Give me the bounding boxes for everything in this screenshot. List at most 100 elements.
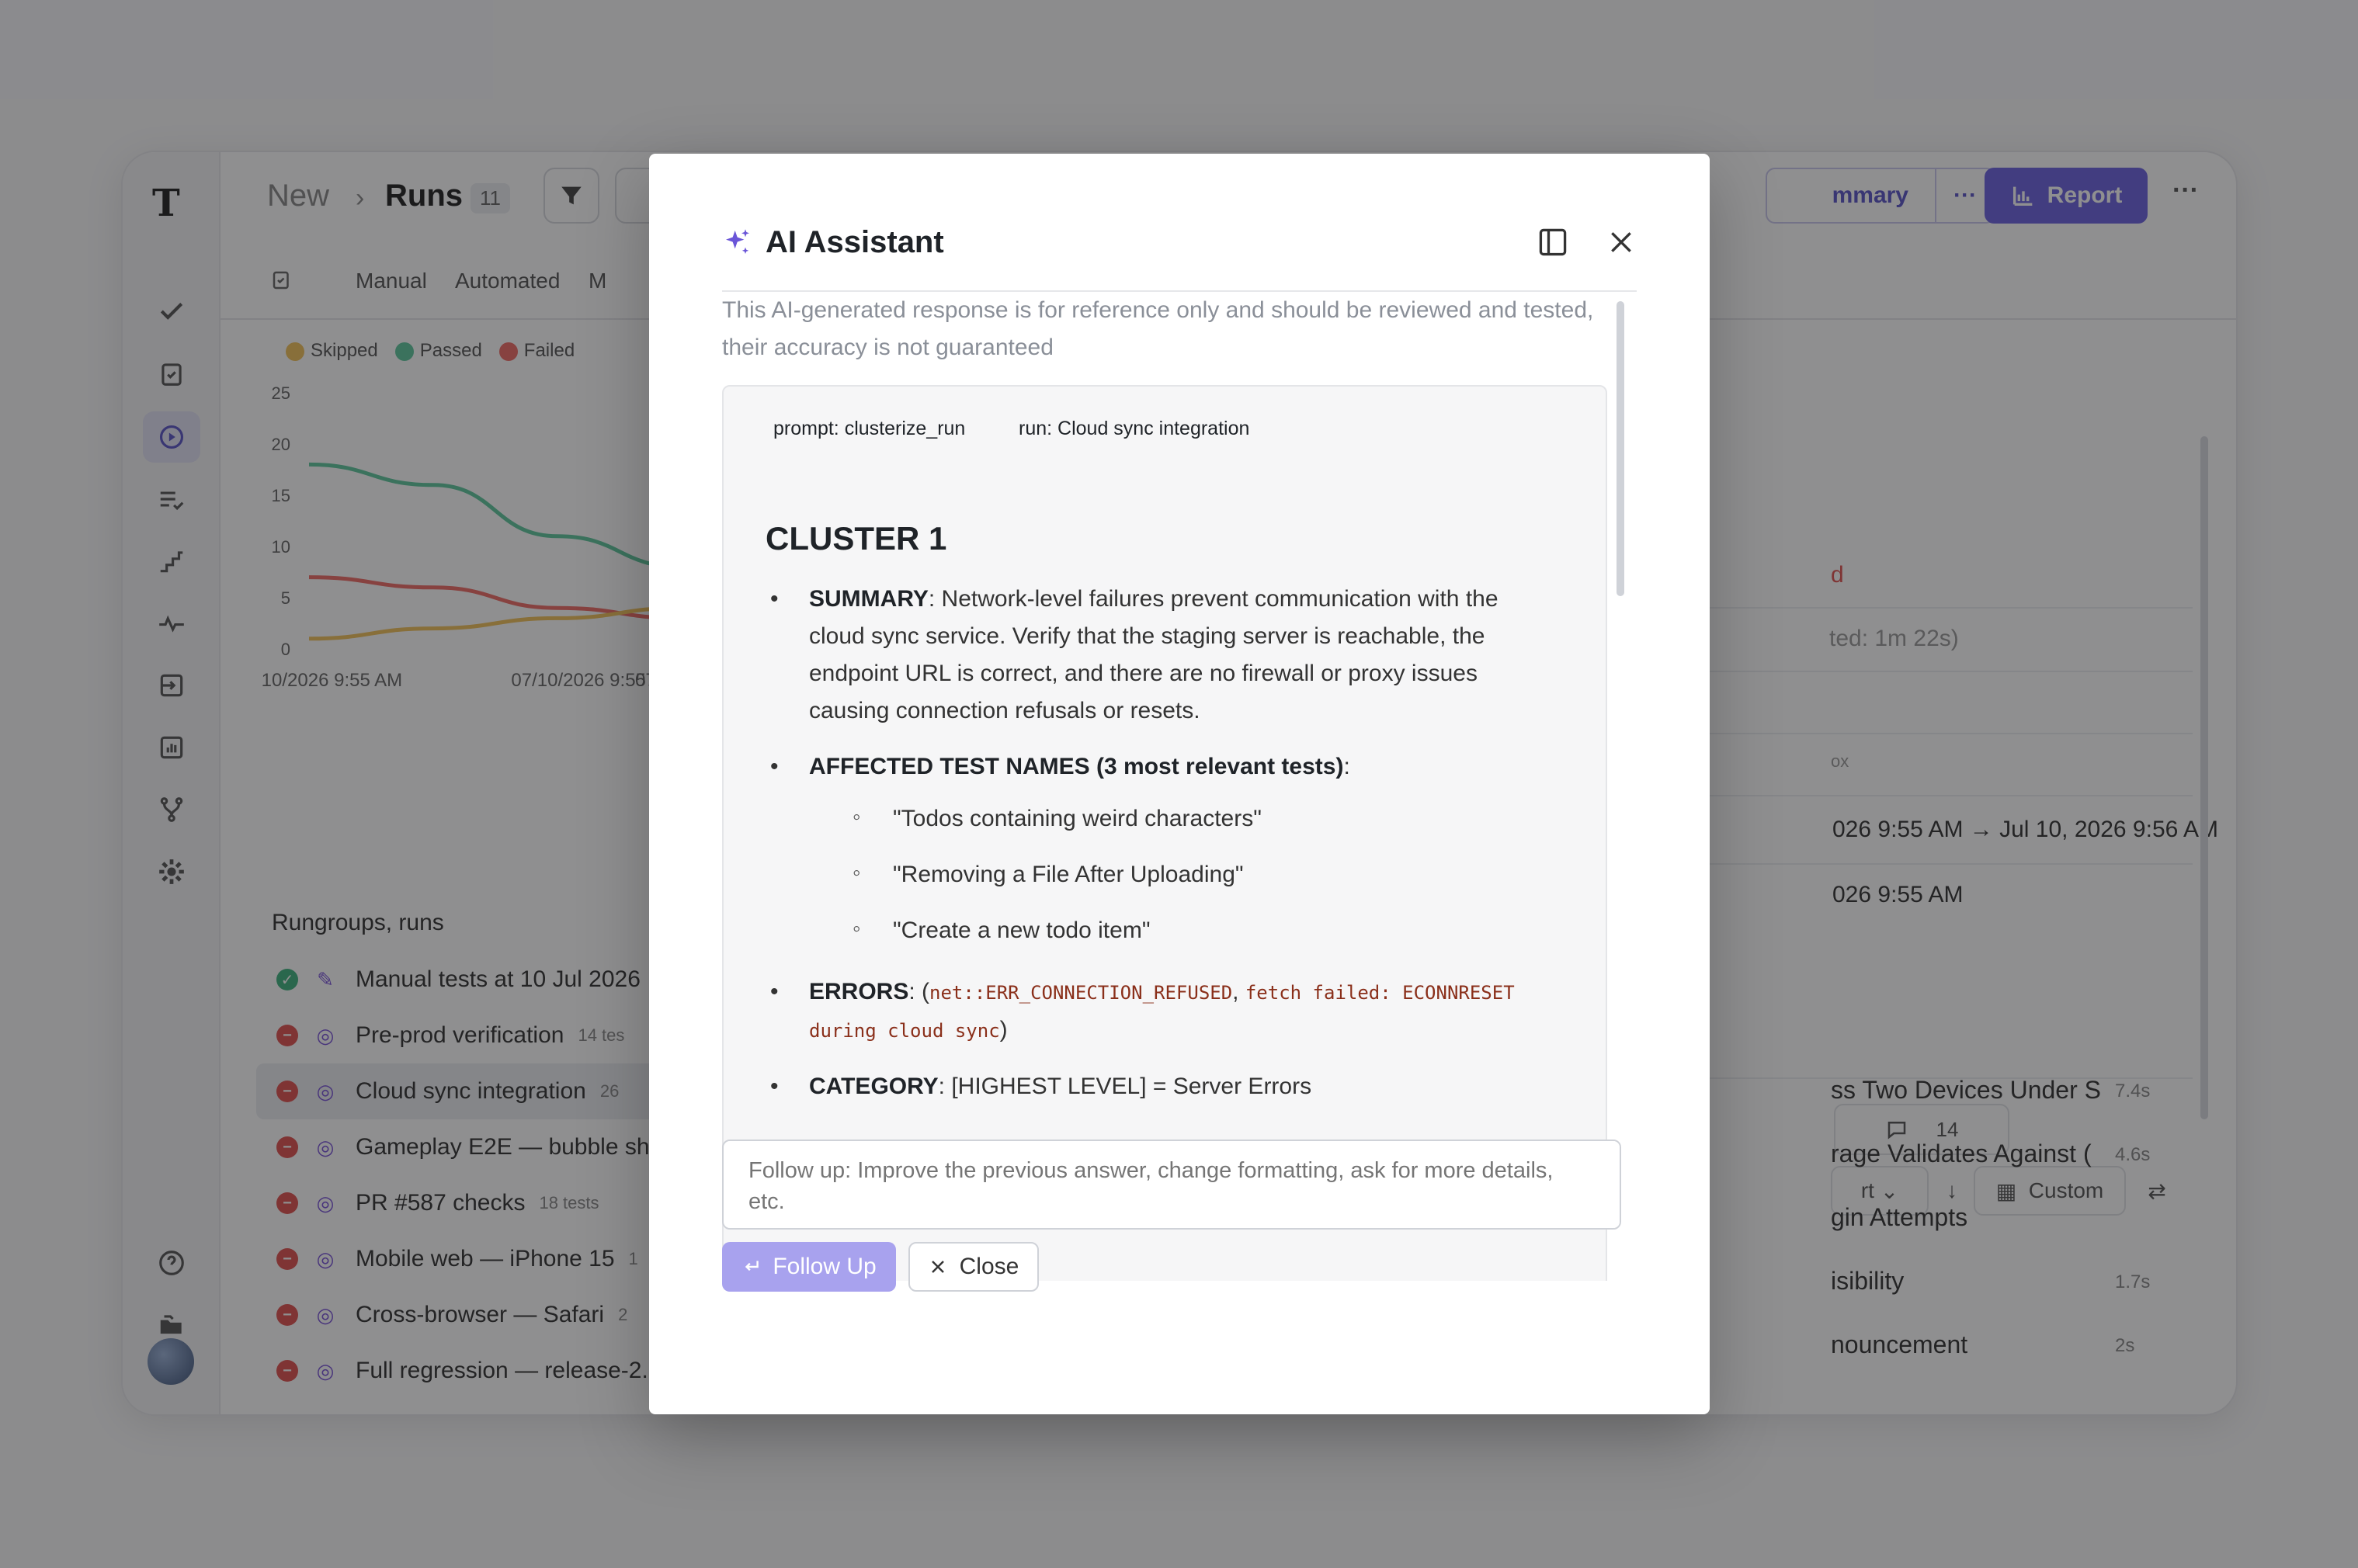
automated-run-icon: ◎ <box>316 1247 335 1271</box>
run-tag: run: Cloud sync integration <box>1019 418 1250 439</box>
automated-run-icon: ◎ <box>316 1191 335 1215</box>
tab-manual[interactable]: Manual <box>356 269 427 293</box>
category-bullet: CATEGORY: [HIGHEST LEVEL] = Server Error… <box>770 1068 1539 1105</box>
test-row-name[interactable]: ss Two Devices Under S <box>1831 1076 2101 1105</box>
run-name: Full regression — release-2. <box>356 1358 648 1383</box>
sidebar-item-pulse[interactable] <box>143 598 200 649</box>
automated-run-icon: ◎ <box>316 1079 335 1103</box>
test-row-duration: 7.4s <box>2115 1081 2151 1101</box>
close-icon[interactable] <box>1606 227 1637 258</box>
play-circle-icon <box>159 425 184 449</box>
breadcrumb-separator: › <box>356 183 365 213</box>
gear-icon <box>159 859 184 884</box>
followup-input[interactable] <box>722 1140 1621 1230</box>
automated-run-icon: ◎ <box>316 1135 335 1159</box>
failed-status-icon: − <box>276 1081 298 1102</box>
affected-test-item: "Create a new todo item" <box>853 916 1151 944</box>
filter-button[interactable] <box>543 168 599 224</box>
x-tick-label: /10/2026 9:55 AM <box>262 670 402 691</box>
ai-disclaimer: This AI-generated response is for refere… <box>722 297 1594 360</box>
edit-list-icon[interactable] <box>270 269 293 297</box>
affected-test-item: "Removing a File After Uploading" <box>853 860 1243 888</box>
summary-button[interactable]: mmary <box>1766 168 1936 224</box>
failed-status-icon: − <box>276 1136 298 1158</box>
y-tick-label: 25 <box>272 383 290 403</box>
test-row-name[interactable]: gin Attempts <box>1831 1203 1967 1232</box>
report-button[interactable]: Report <box>1985 168 2148 224</box>
comment-count: 14 <box>1936 1117 1959 1141</box>
run-duration: ted: 1m 22s) <box>1829 626 1959 651</box>
failed-status-icon: − <box>276 1025 298 1046</box>
sidebar-item-branches[interactable] <box>143 784 200 835</box>
run-test-count: 2 <box>618 1305 628 1324</box>
run-test-count: 14 tes <box>578 1025 625 1045</box>
bar-chart-icon <box>160 736 183 759</box>
sidebar-item-runs[interactable] <box>143 411 200 463</box>
legend-failed[interactable]: Failed <box>498 340 575 362</box>
report-button-label: Report <box>2047 182 2123 208</box>
sidebar-item-steps[interactable] <box>143 536 200 587</box>
chevron-down-icon: ⌄ <box>1880 1178 1899 1203</box>
toggle-icon[interactable]: ⇄ <box>2134 1166 2180 1216</box>
dialog-scrollbar[interactable] <box>1617 301 1624 596</box>
test-row-name[interactable]: rage Validates Against ( <box>1831 1140 2092 1168</box>
close-button[interactable]: Close <box>908 1242 1039 1292</box>
chart-legend: Skipped Passed Failed <box>286 340 575 362</box>
sidebar-item-import[interactable] <box>143 660 200 711</box>
enter-icon <box>745 1261 759 1271</box>
ai-assistant-dialog: AI Assistant This AI-generated response … <box>649 154 1710 1414</box>
dialog-header: AI Assistant <box>722 225 1637 292</box>
test-row-duration: 2s <box>2115 1335 2135 1356</box>
run-name: Cross-browser — Safari <box>356 1302 605 1327</box>
divider <box>1629 671 2193 672</box>
filter-icon <box>561 186 582 205</box>
legend-skipped[interactable]: Skipped <box>286 340 378 362</box>
clipboard-check-icon <box>161 363 182 386</box>
follow-up-button-label: Follow Up <box>773 1254 877 1279</box>
comment-icon <box>1887 1122 1905 1140</box>
branch-icon <box>160 797 183 822</box>
y-tick-label: 5 <box>281 588 290 608</box>
sidebar-item-settings[interactable] <box>143 846 200 897</box>
sidebar-item-queue[interactable] <box>143 474 200 525</box>
avatar[interactable] <box>148 1338 194 1385</box>
import-icon <box>160 674 183 697</box>
close-button-label: Close <box>959 1254 1019 1279</box>
divider <box>1629 607 2193 609</box>
more-menu-button[interactable]: ··· <box>2172 175 2199 206</box>
dialog-title: AI Assistant <box>766 225 944 259</box>
view-select[interactable]: ▦ Custom <box>1974 1166 2126 1216</box>
sidebar-item-plans[interactable] <box>143 348 200 399</box>
test-row-name[interactable]: isibility <box>1831 1267 1904 1296</box>
sidebar-item-analytics[interactable] <box>143 722 200 773</box>
sidebar-item-help[interactable] <box>143 1237 200 1289</box>
errors-bullet: ERRORS: (net::ERR_CONNECTION_REFUSED, fe… <box>770 973 1539 1049</box>
follow-up-button[interactable]: Follow Up <box>722 1242 896 1292</box>
details-scrollbar[interactable] <box>2200 436 2208 1119</box>
run-name: Mobile web — iPhone 15 <box>356 1246 615 1271</box>
manual-run-icon: ✎ <box>317 967 334 991</box>
sidebar-item-tests[interactable] <box>143 286 200 337</box>
run-created-at: 026 9:55 AM <box>1832 882 1964 907</box>
tab-automated[interactable]: Automated <box>455 269 560 293</box>
sidebar-toggle-icon[interactable] <box>1536 225 1570 259</box>
automated-run-icon: ◎ <box>316 1303 335 1327</box>
app-logo[interactable]: T <box>152 182 180 225</box>
divider <box>1629 863 2193 865</box>
pulse-icon <box>159 615 184 633</box>
dialog-body: This AI-generated response is for refere… <box>722 292 1640 1281</box>
tab-more[interactable]: M <box>589 269 606 293</box>
affected-tests-bullet: AFFECTED TEST NAMES (3 most relevant tes… <box>770 748 1539 786</box>
error-code: net::ERR_CONNECTION_REFUSED <box>929 982 1233 1004</box>
divider <box>1629 733 2193 734</box>
y-tick-label: 0 <box>281 640 290 659</box>
breadcrumb-new[interactable]: New <box>267 179 329 213</box>
sparkle-icon <box>726 229 749 254</box>
table-icon: ▦ <box>1995 1178 2017 1203</box>
summary-bullet: SUMMARY: Network-level failures prevent … <box>770 581 1539 730</box>
run-environment: ox <box>1831 751 1849 771</box>
test-row-name[interactable]: nouncement <box>1831 1330 1967 1359</box>
legend-passed[interactable]: Passed <box>394 340 482 362</box>
cluster-heading: CLUSTER 1 <box>766 520 947 557</box>
run-test-count: 1 <box>628 1249 638 1268</box>
